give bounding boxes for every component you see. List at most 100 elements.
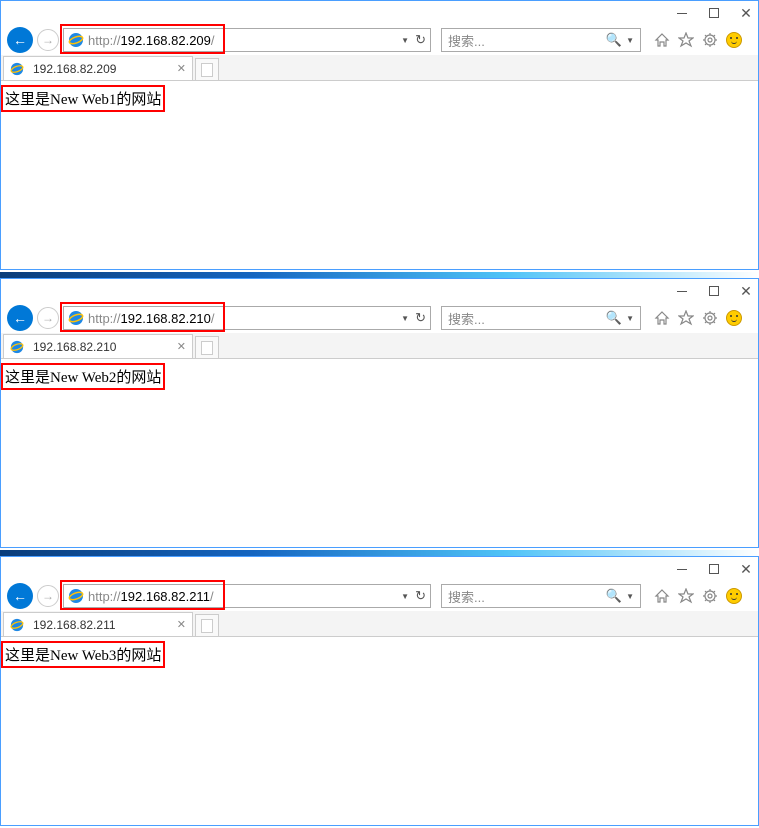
toolbar-icons	[653, 587, 743, 605]
refresh-icon[interactable]: ↻	[415, 310, 426, 326]
search-dropdown-icon[interactable]: ▼	[626, 314, 634, 323]
toolbar-icons	[653, 309, 743, 327]
minimize-button[interactable]	[674, 561, 690, 577]
close-icon: ✕	[740, 283, 752, 300]
browser-tab[interactable]: 192.168.82.209 ✕	[3, 56, 193, 80]
address-controls: ▼ ↻	[401, 310, 426, 326]
smiley-icon	[726, 588, 742, 604]
address-bar[interactable]: http://192.168.82.209/ ▼ ↻	[63, 28, 431, 52]
back-arrow-icon: ←	[13, 588, 27, 604]
gear-icon	[702, 32, 718, 48]
maximize-icon	[709, 564, 719, 574]
maximize-button[interactable]	[706, 5, 722, 21]
settings-button[interactable]	[701, 309, 719, 327]
close-button[interactable]: ✕	[738, 561, 754, 577]
search-dropdown-icon[interactable]: ▼	[626, 36, 634, 45]
search-box[interactable]: 搜索... 🔍 ▼	[441, 584, 641, 608]
new-tab-button[interactable]	[195, 614, 219, 636]
address-controls: ▼ ↻	[401, 32, 426, 48]
address-controls: ▼ ↻	[401, 588, 426, 604]
tab-close-icon[interactable]: ✕	[177, 62, 186, 75]
ie-icon	[10, 618, 24, 632]
search-box[interactable]: 搜索... 🔍 ▼	[441, 306, 641, 330]
home-button[interactable]	[653, 587, 671, 605]
close-button[interactable]: ✕	[738, 5, 754, 21]
feedback-button[interactable]	[725, 309, 743, 327]
address-bar[interactable]: http://192.168.82.211/ ▼ ↻	[63, 584, 431, 608]
browser-window: ✕ ← → http://192.168.82.211/ ▼ ↻ 搜索... 🔍…	[0, 556, 759, 826]
back-button[interactable]: ←	[7, 583, 33, 609]
feedback-button[interactable]	[725, 587, 743, 605]
maximize-icon	[709, 286, 719, 296]
forward-arrow-icon: →	[42, 311, 54, 325]
tab-title: 192.168.82.210	[33, 340, 172, 354]
home-button[interactable]	[653, 31, 671, 49]
page-content: 这里是New Web2的网站	[1, 359, 758, 398]
tab-bar: 192.168.82.210 ✕	[1, 333, 758, 359]
navigation-bar: ← → http://192.168.82.210/ ▼ ↻ 搜索... 🔍 ▼	[1, 303, 758, 333]
search-placeholder: 搜索...	[448, 309, 606, 328]
search-box[interactable]: 搜索... 🔍 ▼	[441, 28, 641, 52]
page-content: 这里是New Web3的网站	[1, 637, 758, 676]
page-body-text: 这里是New Web1的网站	[1, 85, 165, 112]
close-icon: ✕	[740, 561, 752, 578]
forward-arrow-icon: →	[42, 33, 54, 47]
ie-icon	[68, 588, 84, 604]
minimize-button[interactable]	[674, 5, 690, 21]
ie-icon	[68, 310, 84, 326]
forward-button[interactable]: →	[37, 307, 59, 329]
title-bar: ✕	[1, 279, 758, 303]
dropdown-icon[interactable]: ▼	[401, 36, 409, 45]
feedback-button[interactable]	[725, 31, 743, 49]
forward-button[interactable]: →	[37, 585, 59, 607]
maximize-button[interactable]	[706, 561, 722, 577]
tab-bar: 192.168.82.211 ✕	[1, 611, 758, 637]
browser-window: ✕ ← → http://192.168.82.210/ ▼ ↻ 搜索... 🔍…	[0, 278, 759, 548]
new-tab-button[interactable]	[195, 58, 219, 80]
tab-close-icon[interactable]: ✕	[177, 618, 186, 631]
browser-tab[interactable]: 192.168.82.211 ✕	[3, 612, 193, 636]
dropdown-icon[interactable]: ▼	[401, 592, 409, 601]
title-bar: ✕	[1, 557, 758, 581]
window-controls: ✕	[674, 561, 754, 577]
close-button[interactable]: ✕	[738, 283, 754, 299]
search-icon[interactable]: 🔍	[606, 310, 622, 326]
new-tab-icon	[201, 63, 213, 77]
dropdown-icon[interactable]: ▼	[401, 314, 409, 323]
star-icon	[678, 310, 694, 326]
tab-bar: 192.168.82.209 ✕	[1, 55, 758, 81]
ie-icon	[10, 62, 24, 76]
address-text: http://192.168.82.209/	[88, 33, 401, 48]
gear-icon	[702, 588, 718, 604]
close-icon: ✕	[740, 5, 752, 22]
home-button[interactable]	[653, 309, 671, 327]
tab-title: 192.168.82.209	[33, 62, 172, 76]
search-icon[interactable]: 🔍	[606, 32, 622, 48]
title-bar: ✕	[1, 1, 758, 25]
refresh-icon[interactable]: ↻	[415, 588, 426, 604]
favorites-button[interactable]	[677, 587, 695, 605]
star-icon	[678, 32, 694, 48]
new-tab-button[interactable]	[195, 336, 219, 358]
page-body-text: 这里是New Web2的网站	[1, 363, 165, 390]
tab-close-icon[interactable]: ✕	[177, 340, 186, 353]
favorites-button[interactable]	[677, 309, 695, 327]
back-button[interactable]: ←	[7, 305, 33, 331]
new-tab-icon	[201, 341, 213, 355]
address-bar[interactable]: http://192.168.82.210/ ▼ ↻	[63, 306, 431, 330]
maximize-button[interactable]	[706, 283, 722, 299]
search-dropdown-icon[interactable]: ▼	[626, 592, 634, 601]
home-icon	[654, 588, 670, 604]
browser-tab[interactable]: 192.168.82.210 ✕	[3, 334, 193, 358]
window-controls: ✕	[674, 5, 754, 21]
settings-button[interactable]	[701, 31, 719, 49]
refresh-icon[interactable]: ↻	[415, 32, 426, 48]
smiley-icon	[726, 310, 742, 326]
back-button[interactable]: ←	[7, 27, 33, 53]
search-icon[interactable]: 🔍	[606, 588, 622, 604]
favorites-button[interactable]	[677, 31, 695, 49]
settings-button[interactable]	[701, 587, 719, 605]
forward-button[interactable]: →	[37, 29, 59, 51]
star-icon	[678, 588, 694, 604]
minimize-button[interactable]	[674, 283, 690, 299]
